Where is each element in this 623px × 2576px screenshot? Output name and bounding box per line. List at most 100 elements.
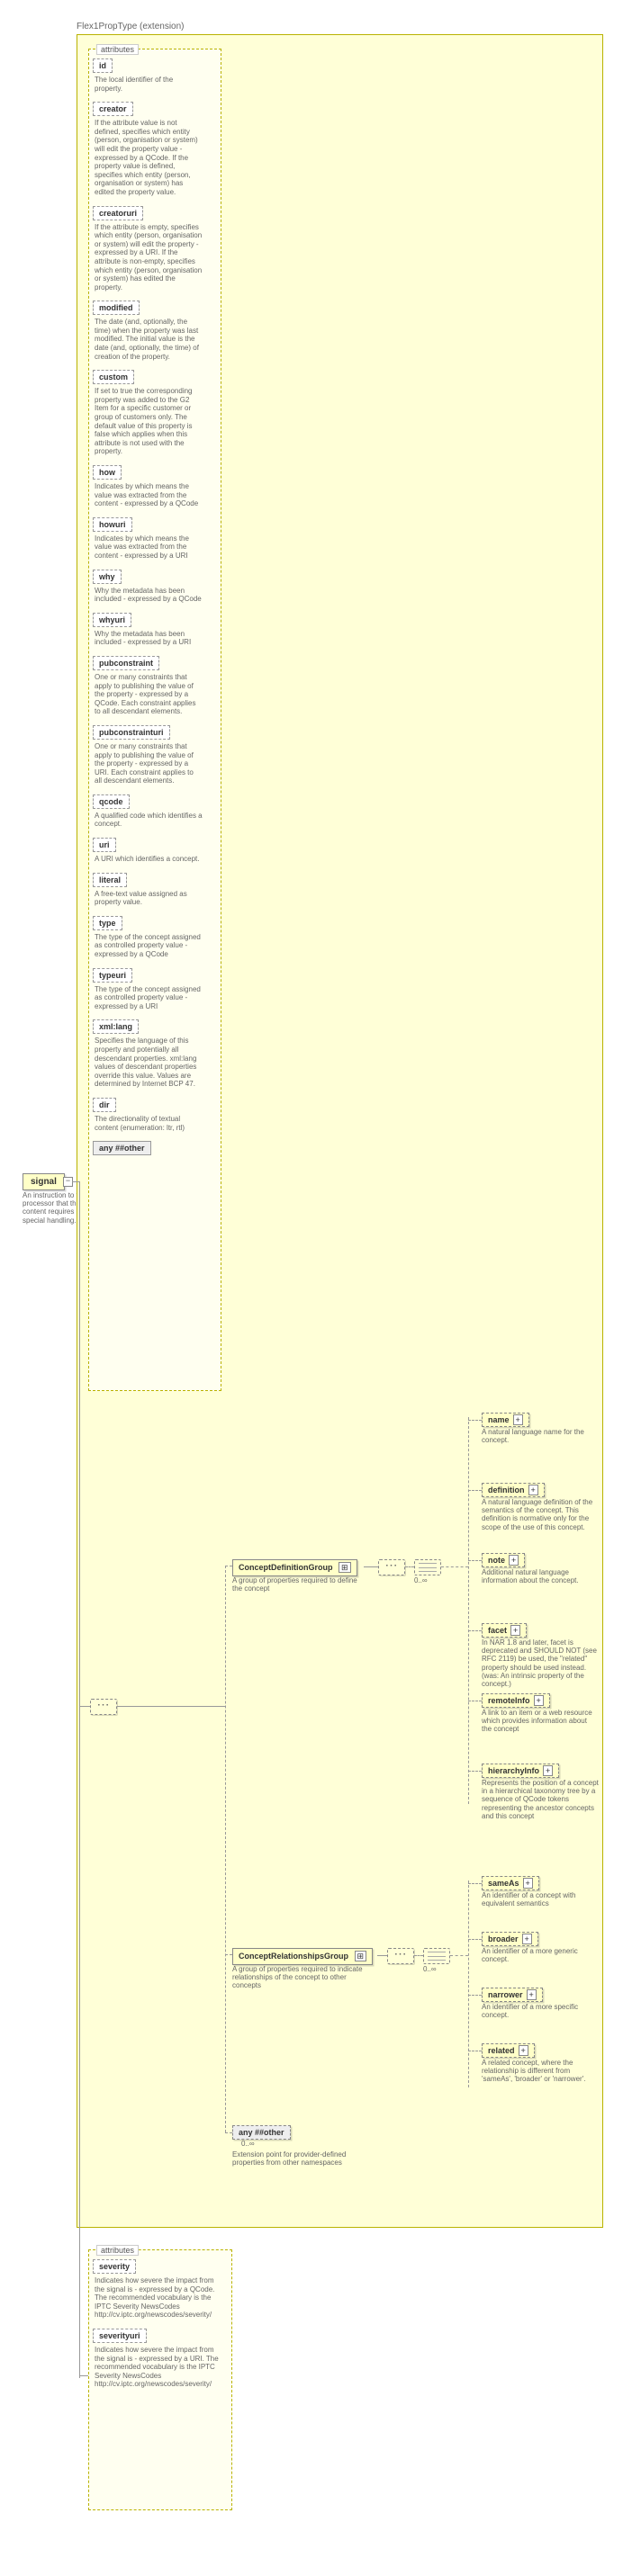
attr-desc: The local identifier of the property. — [95, 76, 203, 93]
expand-icon[interactable]: + — [519, 2045, 528, 2056]
cdg-desc: A group of properties required to define… — [232, 1576, 358, 1593]
extension-title: Flex1PropType (extension) — [77, 22, 185, 31]
element-facet[interactable]: facet+ — [482, 1623, 527, 1638]
attr-desc: If the attribute value is not defined, s… — [95, 119, 203, 196]
element-label: definition — [488, 1485, 525, 1494]
attributes-panel-title: attributes — [96, 44, 139, 55]
attr-item: whyuri Why the metadata has been included… — [93, 613, 217, 647]
element-remoteInfo[interactable]: remoteInfo+ — [482, 1693, 550, 1708]
attr-item: customIf set to true the corresponding p… — [93, 370, 217, 456]
attr-desc: The type of the concept assigned as cont… — [95, 985, 203, 1011]
element-hierarchyInfo[interactable]: hierarchyInfo+ — [482, 1764, 559, 1778]
attr-item: uri A URI which identifies a concept. — [93, 838, 217, 864]
attr-desc: A URI which identifies a concept. — [95, 855, 203, 864]
attr-item: pubconstraint One or many constraints tha… — [93, 656, 217, 716]
attr-name: why — [93, 570, 122, 584]
attr-name: custom — [93, 370, 134, 384]
cdg-card: 0..∞ — [414, 1576, 428, 1584]
attr-desc: A free-text value assigned as property v… — [95, 890, 203, 907]
attr-item: howuriIndicates by which means the value… — [93, 517, 217, 561]
severity-attributes-panel: attributes severityIndicates how severe … — [88, 2249, 232, 2510]
root-element[interactable]: signal — [23, 1173, 65, 1190]
attr-name: pubconstraint — [93, 656, 159, 670]
cdg-expand-icon[interactable]: ⊞ — [339, 1562, 351, 1573]
expand-icon[interactable]: + — [513, 1414, 523, 1425]
expand-icon[interactable]: + — [522, 1934, 532, 1944]
crg-expand-icon[interactable]: ⊞ — [355, 1951, 367, 1961]
element-desc: An identifier of a more specific concept… — [482, 2003, 599, 2019]
attr-item: qcodeA qualified code which identifies a… — [93, 794, 217, 829]
element-related[interactable]: related + — [482, 2043, 535, 2058]
attr-item: xml:langSpecifies the language of this p… — [93, 1019, 217, 1089]
attr-name: qcode — [93, 794, 130, 809]
attributes-panel: attributes idThe local identifier of the… — [88, 49, 221, 1391]
attr-any-other: any ##other — [93, 1141, 151, 1155]
attr-item: typeuriThe type of the concept assigned … — [93, 968, 217, 1011]
attr-item: creatorIf the attribute value is not def… — [93, 102, 217, 196]
expand-icon[interactable]: + — [528, 1485, 538, 1495]
attr-item: pubconstrainturi One or many constraints … — [93, 725, 217, 785]
element-definition[interactable]: definition+ — [482, 1483, 545, 1497]
element-label: broader — [488, 1934, 519, 1943]
attr-name: how — [93, 465, 122, 480]
attr-name: modified — [93, 301, 140, 315]
expand-icon[interactable]: + — [523, 1878, 533, 1889]
diagram-canvas: signal − An instruction to the processor… — [0, 0, 623, 2576]
attr-item: literal A free-text value assigned as pro… — [93, 873, 217, 907]
attr-item: type The type of the concept assigned as … — [93, 916, 217, 959]
element-desc: Represents the position of a concept in … — [482, 1779, 599, 1820]
any-other-label: any ##other — [239, 2128, 284, 2137]
attr-name: severity — [93, 2259, 136, 2274]
expand-icon[interactable]: + — [527, 1989, 537, 2000]
attr-item: severityuriIndicates how severe the impa… — [93, 2329, 228, 2389]
attr-name: pubconstrainturi — [93, 725, 170, 740]
element-label: narrower — [488, 1990, 523, 1999]
element-sameAs[interactable]: sameAs+ — [482, 1876, 539, 1890]
attr-desc: Indicates how severe the impact from the… — [95, 2276, 221, 2320]
concept-relationships-group[interactable]: ConceptRelationshipsGroup ⊞ — [232, 1948, 373, 1965]
attr-desc: One or many constraints that apply to pu… — [95, 742, 203, 785]
attr-desc: The type of the concept assigned as cont… — [95, 933, 203, 959]
attr-desc: The directionality of textual content (e… — [95, 1115, 203, 1132]
any-other-desc: Extension point for provider-defined pro… — [232, 2150, 367, 2167]
element-label: note — [488, 1556, 505, 1565]
attr-name: severityuri — [93, 2329, 147, 2343]
severity-panel-title: attributes — [96, 2245, 139, 2256]
element-desc: A related concept, where the relationshi… — [482, 2059, 599, 2084]
expand-icon[interactable]: + — [510, 1625, 520, 1636]
expand-icon[interactable]: + — [543, 1765, 553, 1776]
attr-name: creatoruri — [93, 206, 143, 220]
attr-desc: Why the metadata has been included - exp… — [95, 587, 203, 604]
attr-desc: Indicates by which means the value was e… — [95, 482, 203, 508]
any-other-element: any ##other — [232, 2125, 291, 2140]
concept-definition-group[interactable]: ConceptDefinitionGroup ⊞ — [232, 1559, 357, 1576]
attr-item: id The local identifier of the property. — [93, 58, 217, 93]
crg-choice — [423, 1948, 450, 1964]
element-narrower[interactable]: narrower + — [482, 1988, 543, 2002]
attr-desc: One or many constraints that apply to pu… — [95, 673, 203, 716]
any-other-card: 0..∞ — [241, 2140, 255, 2148]
expand-icon[interactable]: + — [534, 1695, 544, 1706]
crg-card: 0..∞ — [423, 1965, 437, 1973]
attr-item: dirThe directionality of textual content… — [93, 1098, 217, 1132]
expand-icon[interactable]: + — [509, 1555, 519, 1566]
attr-item: severity Indicates how severe the impact … — [93, 2259, 228, 2320]
attr-name: uri — [93, 838, 116, 852]
element-name[interactable]: name+ — [482, 1413, 529, 1427]
attr-desc: Why the metadata has been included - exp… — [95, 630, 203, 647]
element-broader[interactable]: broader+ — [482, 1932, 538, 1946]
element-desc: A natural language name for the concept. — [482, 1428, 599, 1444]
attr-name: literal — [93, 873, 127, 887]
attr-item: modifiedThe date (and, optionally, the t… — [93, 301, 217, 361]
element-note[interactable]: note + — [482, 1553, 525, 1567]
element-desc: In NAR 1.8 and later, facet is deprecate… — [482, 1638, 599, 1688]
attr-name: type — [93, 916, 122, 930]
element-label: name — [488, 1415, 510, 1424]
attr-desc: Indicates by which means the value was e… — [95, 534, 203, 561]
element-label: related — [488, 2046, 515, 2055]
attr-name: xml:lang — [93, 1019, 139, 1034]
attr-name: id — [93, 58, 113, 73]
element-desc: An identifier of a more generic concept. — [482, 1947, 599, 1963]
cdg-label: ConceptDefinitionGroup — [239, 1563, 333, 1572]
attr-name: whyuri — [93, 613, 131, 627]
